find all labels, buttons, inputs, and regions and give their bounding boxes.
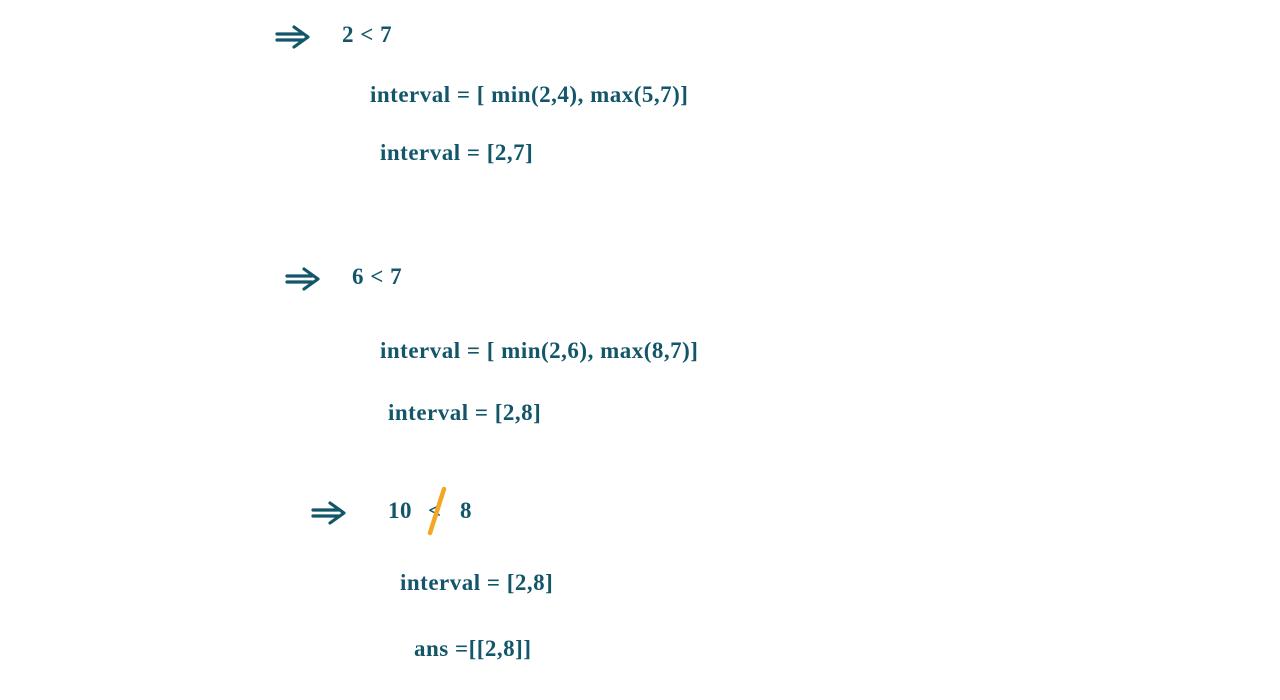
step3-condition-left: 10 [388, 498, 412, 524]
step1-condition: 2 < 7 [342, 22, 392, 48]
step3-condition-op: < [428, 498, 442, 524]
step2-computation: interval = [ min(2,6), max(8,7)] [380, 338, 698, 364]
arrow-icon [284, 266, 324, 296]
step2-condition: 6 < 7 [352, 264, 402, 290]
step2-result: interval = [2,8] [388, 400, 541, 426]
step3-result: interval = [2,8] [400, 570, 553, 596]
step1-result: interval = [2,7] [380, 140, 533, 166]
step3-condition-right: 8 [460, 498, 472, 524]
step3-answer: ans =[[2,8]] [414, 636, 532, 662]
step1-computation: interval = [ min(2,4), max(5,7)] [370, 82, 688, 108]
arrow-icon [274, 24, 314, 54]
arrow-icon [310, 500, 350, 530]
handwriting-canvas: 2 < 7 interval = [ min(2,4), max(5,7)] i… [0, 0, 1280, 700]
